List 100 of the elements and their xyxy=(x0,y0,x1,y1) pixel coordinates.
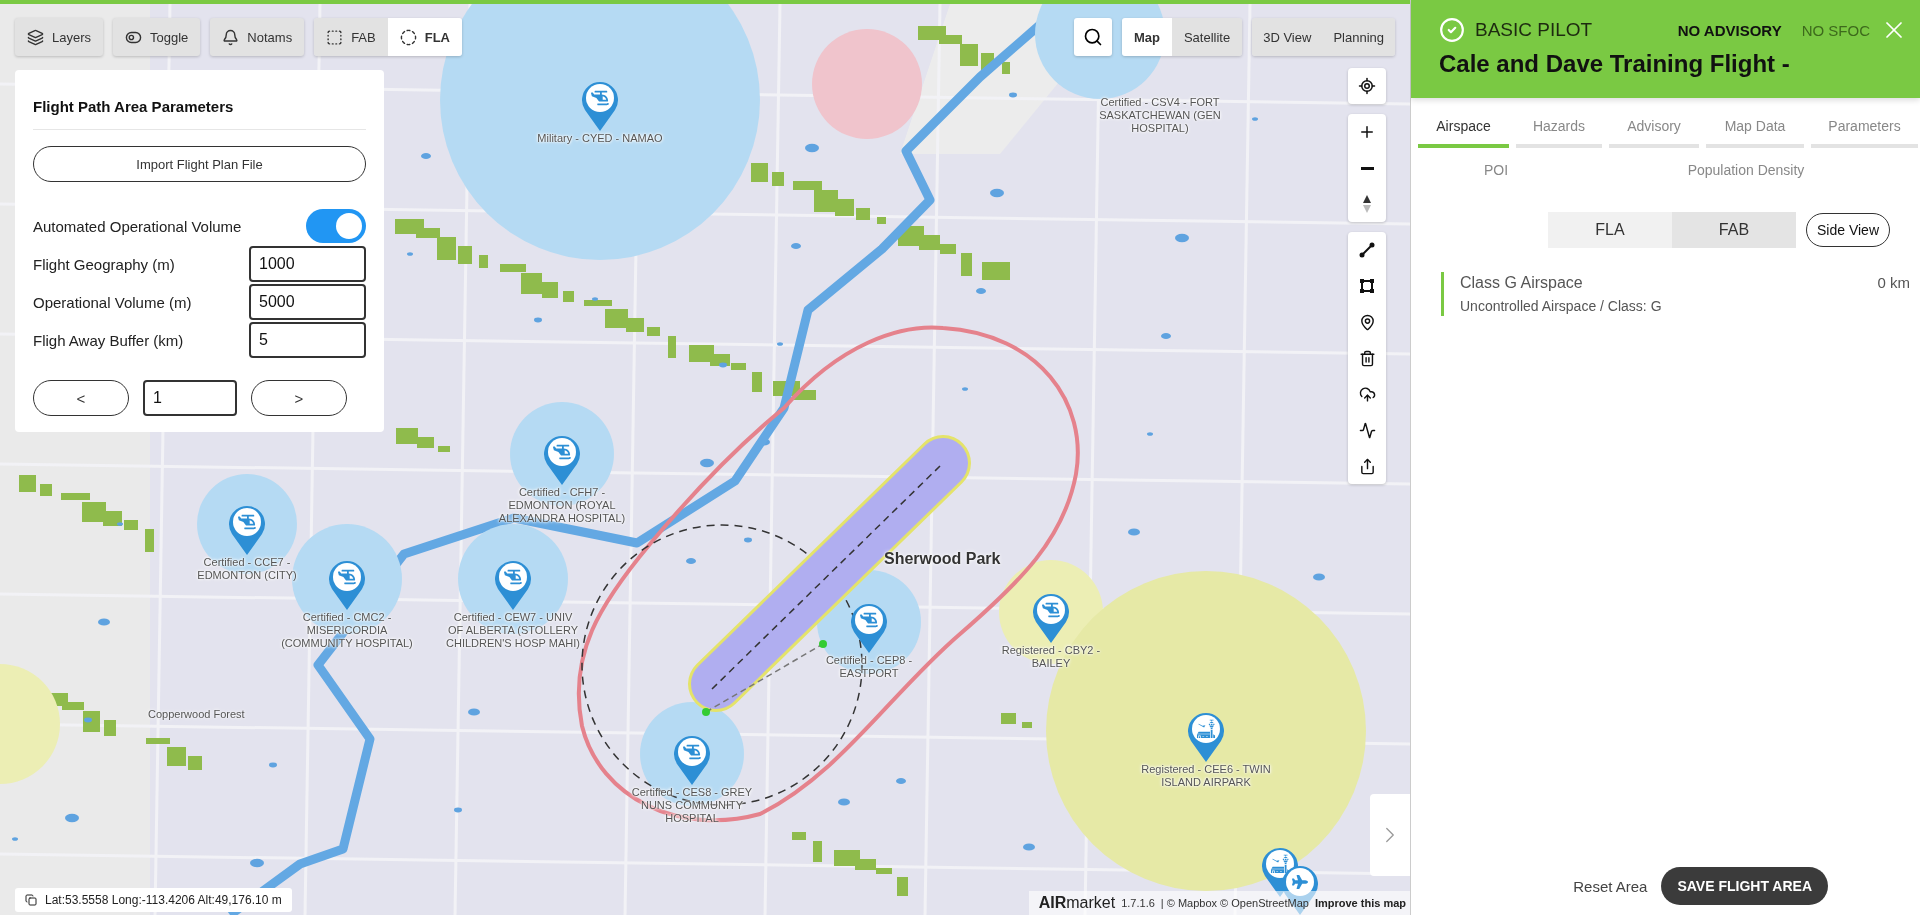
panel-tab[interactable]: POI xyxy=(1411,156,1581,184)
park-area xyxy=(563,291,574,302)
view-tab[interactable]: FLA xyxy=(1548,212,1672,248)
helicopter-pin-icon[interactable] xyxy=(672,734,712,786)
lake xyxy=(407,252,413,256)
attribution-text: | © Mapbox © OpenStreetMap xyxy=(1160,897,1309,909)
input-field[interactable]: 5000 xyxy=(249,284,366,320)
lake xyxy=(84,717,92,723)
park-area xyxy=(542,282,558,298)
park-area xyxy=(167,747,186,766)
helicopter-pin-icon[interactable] xyxy=(849,602,889,654)
polygon-icon xyxy=(1359,278,1375,294)
import-button[interactable]: Import Flight Plan File xyxy=(33,146,366,182)
lake xyxy=(592,297,598,301)
mode-tab[interactable]: FAB xyxy=(314,18,388,56)
park-area xyxy=(19,475,36,492)
lake xyxy=(1252,117,1258,121)
toolbar-button[interactable]: Layers xyxy=(15,18,104,56)
copy-icon[interactable] xyxy=(25,894,37,906)
lake xyxy=(468,708,480,716)
wave-icon xyxy=(1358,421,1376,439)
marker-label: Registered - CBY2 - BAILEY xyxy=(1000,644,1102,670)
toolbar-button[interactable]: Notams xyxy=(210,18,305,56)
page-field[interactable]: 1 xyxy=(143,380,237,416)
map-type-tab[interactable]: Satellite xyxy=(1171,18,1243,56)
helicopter-pin-icon[interactable] xyxy=(493,559,533,611)
check-circle-icon xyxy=(1439,17,1465,43)
panel-tab[interactable]: Map Data xyxy=(1706,108,1804,148)
pilot-level: BASIC PILOT xyxy=(1475,19,1594,41)
expand-handle[interactable] xyxy=(1370,794,1410,876)
park-area xyxy=(668,336,676,358)
view-button[interactable]: 3D View xyxy=(1252,18,1323,56)
park-area xyxy=(626,318,644,332)
park-area xyxy=(438,446,450,452)
map-type-tab[interactable]: Map xyxy=(1121,18,1172,56)
lake xyxy=(719,362,727,368)
input-field[interactable]: 5 xyxy=(249,322,366,358)
place-label: Sherwood Park xyxy=(884,550,1001,568)
lake xyxy=(454,807,462,813)
plus-icon xyxy=(1358,123,1376,141)
airspace-distance: 0 km xyxy=(1877,274,1910,293)
lake xyxy=(421,153,431,159)
share-icon xyxy=(1358,457,1376,475)
lake xyxy=(791,243,801,249)
panel-tab[interactable]: Parameters xyxy=(1811,108,1918,148)
panel-tab[interactable]: Airspace xyxy=(1418,108,1509,148)
toolbar-button[interactable]: Toggle xyxy=(113,18,201,56)
next-button[interactable]: > xyxy=(251,380,347,416)
mode-tab[interactable]: FLA xyxy=(387,18,462,56)
marker-label: Certified - CEW7 - UNIV OF ALBERTA (STOLLERY CHILDREN'S HOSP MAHI) xyxy=(445,611,581,650)
input-field[interactable]: 1000 xyxy=(249,246,366,282)
park-area xyxy=(877,217,886,224)
panel-title: Flight Path Area Parameters xyxy=(33,98,366,130)
line-icon xyxy=(1359,242,1375,258)
field-label: Automated Operational Volume xyxy=(33,217,242,235)
panel-tab[interactable]: Advisory xyxy=(1609,108,1699,148)
panel-tab[interactable]: Hazards xyxy=(1516,108,1602,148)
view-tab[interactable]: FAB xyxy=(1672,212,1796,248)
field-label: Flight Geography (m) xyxy=(33,255,175,273)
dashed-square-icon xyxy=(326,28,344,46)
lake xyxy=(686,558,696,564)
marker-label: Registered - CEE6 - TWIN ISLAND AIRPARK xyxy=(1140,763,1272,789)
panel-tab[interactable]: Population Density xyxy=(1581,156,1911,184)
airspace-subtitle: Uncontrolled Airspace / Class: G xyxy=(1460,298,1662,314)
improve-map-link[interactable]: Improve this map xyxy=(1314,897,1406,909)
reset-area-link[interactable]: Reset Area xyxy=(1573,877,1648,895)
helicopter-pin-icon[interactable] xyxy=(227,504,267,556)
previous-button[interactable]: < xyxy=(33,380,129,416)
crosshair-icon xyxy=(1358,77,1376,95)
helicopter-pin-icon[interactable] xyxy=(327,559,367,611)
tower-pin-icon[interactable] xyxy=(1186,711,1226,763)
park-area xyxy=(856,208,870,220)
lake xyxy=(1175,233,1189,243)
airspace-item[interactable]: Class G Airspace Uncontrolled Airspace / Class: G 0 km xyxy=(1441,272,1910,316)
trash-icon xyxy=(1358,349,1376,367)
park-area xyxy=(479,255,488,268)
marker-label: Certified - CCE7 - EDMONTON (CITY) xyxy=(196,556,298,582)
helicopter-pin-icon[interactable] xyxy=(1031,592,1071,644)
helicopter-pin-icon[interactable] xyxy=(542,434,582,486)
flight-title: Cale and Dave Training Flight - xyxy=(1439,50,1791,78)
helicopter-pin-icon[interactable] xyxy=(580,80,620,132)
view-button[interactable]: Planning xyxy=(1322,18,1395,56)
field-label: Fligh Away Buffer (km) xyxy=(33,331,184,349)
park-area xyxy=(647,327,660,336)
side-view-button[interactable]: Side View xyxy=(1806,213,1890,247)
lake xyxy=(990,188,1004,198)
dashed-circle-icon xyxy=(399,28,417,46)
lake xyxy=(700,458,714,468)
toggle-switch[interactable] xyxy=(306,209,366,243)
park-area xyxy=(605,309,628,328)
park-area xyxy=(458,246,472,264)
save-button[interactable]: SAVE FLIGHT AREA xyxy=(1661,867,1828,905)
marker-label: Certified - CSV4 - FORT SASKATCHEWAN (GEN HOSPITAL) xyxy=(1098,96,1222,135)
search-button[interactable] xyxy=(1073,18,1112,56)
lake xyxy=(777,342,783,346)
sfoc-status: NO SFOC xyxy=(1801,21,1870,39)
compass-icon xyxy=(1362,194,1372,214)
park-area xyxy=(188,756,202,770)
lake xyxy=(1009,92,1017,98)
coordinates-text: Lat:53.5558 Long:-113.4206 Alt:49,176.10 m xyxy=(45,893,282,907)
